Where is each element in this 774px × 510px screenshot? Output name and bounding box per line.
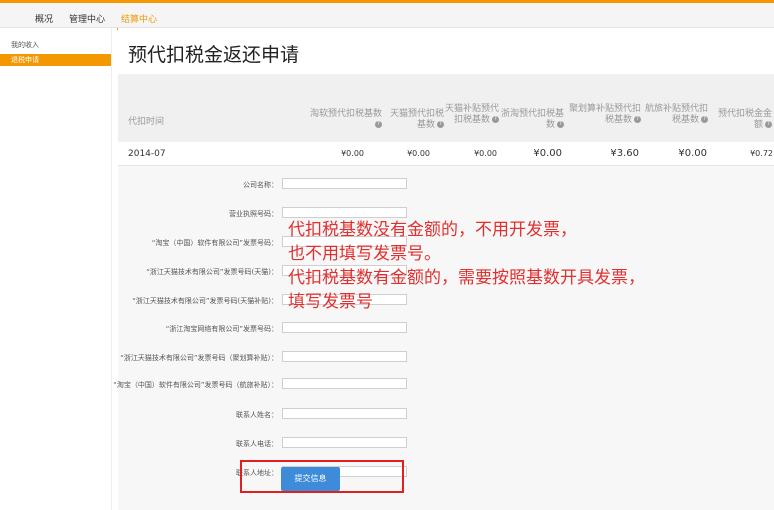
help-icon[interactable]: ? [701,116,708,123]
cell-value: ¥0.00 [407,149,430,158]
header-zhetao-base: 浙淘预代扣税基数? [500,109,564,130]
header-taoruan-base: 淘软预代扣税基数? [309,109,382,128]
cell-period: 2014-07 [128,149,166,159]
header-tmall-subsidy-base: 天猫补贴预代扣税基数? [444,104,499,125]
cell-value: ¥0.00 [533,148,562,159]
cell-value: ¥0.72 [750,149,773,158]
cell-value: ¥3.60 [610,148,639,159]
header-tmall-base: 天猫预代扣税基数? [389,109,444,130]
invoice-travel-label: “淘宝（中国）软件有限公司”发票号码（航旅补贴）： [113,381,278,389]
cell-value: ¥0.00 [341,149,364,158]
contact-phone-input[interactable] [282,437,407,448]
header-juhuasuan-base: 聚划算补贴预代扣税基数? [568,104,641,125]
license-number-input[interactable] [282,207,407,218]
invoice-zhetao-label: “浙江淘宝网络有限公司”发票号码： [165,325,278,333]
annotation-line: 代扣税基数没有金额的，不用开发票， [288,220,577,240]
invoice-juhuasuan-input[interactable] [282,351,407,362]
company-name-label: 公司名称： [243,181,278,189]
table-row: 2014-07 ¥0.00 ¥0.00 ¥0.00 ¥0.00 ¥3.60 ¥0… [118,142,774,166]
license-number-label: 营业执照号码： [229,210,278,218]
annotation-line: 也不用填写发票号。 [288,244,441,264]
contact-name-label: 联系人姓名： [236,411,278,419]
contact-name-input[interactable] [282,408,407,419]
instruction-annotation: 代扣税基数没有金额的，不用开发票， 也不用填写发票号。 代扣税基数有金额的，需要… [288,218,645,314]
annotation-line: 代扣税基数有金额的，需要按照基数开具发票， [288,268,645,288]
invoice-juhuasuan-label: “浙江天猫技术有限公司”发票号码（聚划算补贴）： [120,354,278,362]
sidebar-item-income[interactable]: 我的收入 [11,40,39,50]
nav-management-center[interactable]: 管理中心 [69,12,105,25]
invoice-tmall-label: “浙江天猫技术有限公司”发票号码(天猫)： [146,268,278,276]
sidebar-item-tax-refund[interactable]: 退税申请 [0,54,111,66]
invoice-taobao-label: “淘宝（中国）软件有限公司”发票号码： [151,239,278,247]
help-icon[interactable]: ? [634,116,641,123]
header-period: 代扣时间 [128,117,165,127]
sidebar-item-label: 退税申请 [11,56,39,64]
help-icon[interactable]: ? [765,121,772,128]
invoice-zhetao-input[interactable] [282,322,407,333]
invoice-tmall-subsidy-label: “浙江天猫技术有限公司”发票号码(天猫补贴)： [132,297,278,305]
nav-settlement-center[interactable]: 结算中心 [121,12,157,25]
cell-value: ¥0.00 [678,148,707,159]
company-name-input[interactable] [282,178,407,189]
header-travel-base: 航旅补贴预代扣税基数? [644,104,708,125]
sidebar: 我的收入 退税申请 [0,28,112,510]
submit-button[interactable]: 提交信息 [281,467,340,491]
header-tax-amount: 预代扣税金金额? [718,109,773,130]
table-header: 代扣时间 淘软预代扣税基数? 天猫预代扣税基数? 天猫补贴预代扣税基数? 浙淘预… [118,74,774,142]
top-nav-bar: 概况 管理中心 结算中心 [0,0,774,30]
help-icon[interactable]: ? [557,121,564,128]
page-title: 预代扣税金返还申请 [128,44,300,66]
nav-overview[interactable]: 概况 [35,12,53,25]
cell-value: ¥0.00 [474,149,497,158]
help-icon[interactable]: ? [375,121,382,128]
contact-phone-label: 联系人电话： [236,440,278,448]
annotation-line: 填写发票号 [288,292,373,312]
invoice-travel-input[interactable] [282,378,407,389]
